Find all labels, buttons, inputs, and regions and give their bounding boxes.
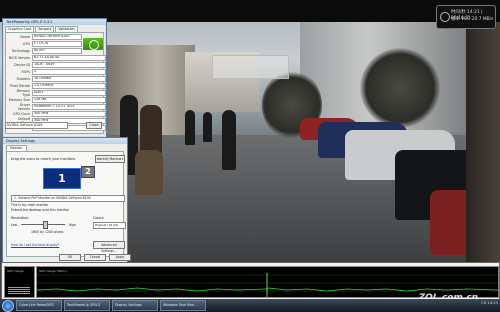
info-label: Pixel Fillrate: [10, 84, 30, 88]
monitor-1-icon[interactable]: 1: [43, 167, 81, 189]
taskbar-item[interactable]: Windows Task Man...: [160, 300, 206, 311]
info-label: Name: [20, 35, 30, 39]
extend-desktop-checkbox[interactable]: Extend the desktop onto this monitor: [11, 208, 69, 212]
stroller: [135, 150, 163, 195]
info-value: C77/C78: [32, 41, 82, 47]
info-label: BIOS Version: [8, 56, 30, 60]
pedestrian: [185, 110, 195, 145]
info-row: Shaders 16 Unified: [8, 76, 106, 82]
resolution-value: 1600 by 1200 pixels: [31, 229, 64, 234]
clock-gadget[interactable]: 时间/秒 14:21 | 00:14:21 帧率 VCC 20.7 MB/s: [436, 5, 496, 29]
cancel-button[interactable]: Cancel: [84, 254, 106, 261]
resolution-low-label: Low: [11, 222, 18, 227]
info-label: Memory Type: [16, 89, 30, 97]
apply-button[interactable]: Apply: [109, 254, 131, 261]
gpuz-window[interactable]: TechPowerUp GPU-Z 0.3.2 Graphics Card Se…: [2, 18, 107, 138]
tree-trunk: [466, 22, 500, 299]
resolution-label: Resolution:: [11, 215, 30, 220]
info-value: 10DE - 0849: [32, 62, 106, 68]
info-label: GPU: [23, 42, 30, 46]
gpu-usage-caption: GPU Usage: [7, 269, 24, 273]
info-row: BIOS Version 62.77.4A.00.00: [8, 55, 106, 61]
advanced-settings-button[interactable]: Advanced Settings...: [93, 240, 125, 253]
resolution-high-label: High: [69, 222, 77, 227]
info-row: Memory Type DDR2: [8, 89, 106, 97]
info-row: Pixel Fillrate 2.0 GPixel/s: [8, 83, 106, 89]
info-value: 2.0 GPixel/s: [32, 83, 106, 89]
help-link[interactable]: How do I get the best display?: [11, 243, 59, 247]
info-row: Driver Version nvlddmkm 7.15.11.7824: [8, 103, 106, 111]
colors-select[interactable]: Highest (32 bit): [93, 221, 126, 229]
colors-label: Colors:: [93, 215, 105, 220]
info-value: NVIDIA GeForce 8200: [32, 34, 82, 40]
nvidia-logo-icon: [83, 37, 103, 50]
tree: [360, 48, 440, 128]
info-label: Technology: [11, 49, 30, 53]
info-value: nvlddmkm 7.15.11.7824: [32, 104, 106, 110]
taskbar: CyberLink PowerDVD TechPowerUp GPU-Z Dis…: [0, 299, 500, 312]
info-label: Shaders: [16, 77, 30, 81]
info-value: 4: [32, 69, 106, 75]
start-button[interactable]: [2, 299, 14, 312]
main-monitor-checkbox[interactable]: This is my main monitor: [11, 203, 48, 207]
info-value: 128 MB: [32, 97, 106, 103]
info-value: 62.77.4A.00.00: [32, 55, 106, 61]
info-row: GPU Clock 500 MHz: [8, 111, 106, 117]
gpu-usage-bar: [8, 286, 30, 294]
video-overlay-box: [212, 55, 289, 79]
pedestrian: [222, 110, 236, 170]
info-label: GPU Clock: [13, 112, 30, 116]
drag-hint: Drag the icons to match your monitors.: [11, 156, 77, 161]
system-tray-clock[interactable]: CH 14:21: [481, 301, 498, 305]
taskbar-item[interactable]: TechPowerUp GPU-Z: [64, 300, 110, 311]
gpu-usage-meter: GPU Usage: [4, 266, 35, 298]
close-button[interactable]: Close: [86, 122, 102, 129]
info-value: DDR2: [32, 90, 106, 96]
info-label: Device ID: [14, 63, 30, 67]
info-row: GPU C77/C78: [8, 41, 82, 47]
taskbar-item[interactable]: Display Settings: [112, 300, 158, 311]
monitor-select[interactable]: 1. Generic PnP Monitor on NVIDIA GeForce…: [11, 194, 125, 202]
info-label: ROPs: [21, 70, 30, 74]
monitor-2-icon[interactable]: 2: [81, 165, 95, 178]
info-value: 500 MHz: [32, 111, 106, 117]
card-select[interactable]: NVIDIA GeForce 8200: [5, 122, 68, 129]
info-label: Memory Size: [8, 98, 30, 102]
info-row: Memory Size 128 MB: [8, 97, 106, 103]
taskbar-item[interactable]: CyberLink PowerDVD: [16, 300, 62, 311]
info-row: Device ID 10DE - 0849: [8, 62, 106, 68]
info-value: 16 Unified: [32, 76, 106, 82]
clock-icon: [440, 12, 450, 22]
pedestrian: [203, 112, 212, 142]
identify-monitors-button[interactable]: Identify Monitors: [95, 154, 125, 163]
info-row: Technology 80 nm: [8, 48, 82, 54]
info-value: 80 nm: [32, 48, 82, 54]
gpuz-info-panel: Name NVIDIA GeForce 8200 GPU C77/C78 Techn…: [5, 31, 106, 134]
monitor-pane: Drag the icons to match your monitors. I…: [6, 150, 126, 257]
info-label: Driver Version: [17, 103, 30, 111]
info-row: Name NVIDIA GeForce 8200: [8, 34, 82, 40]
info-row: ROPs 4: [8, 69, 106, 75]
ok-button[interactable]: OK: [59, 254, 81, 261]
display-settings-window[interactable]: Display Settings Monitor Drag the icons …: [2, 137, 131, 263]
resolution-slider-thumb[interactable]: [43, 220, 48, 229]
clock-line-2: 帧率 VCC 20.7 MB/s: [451, 17, 494, 22]
